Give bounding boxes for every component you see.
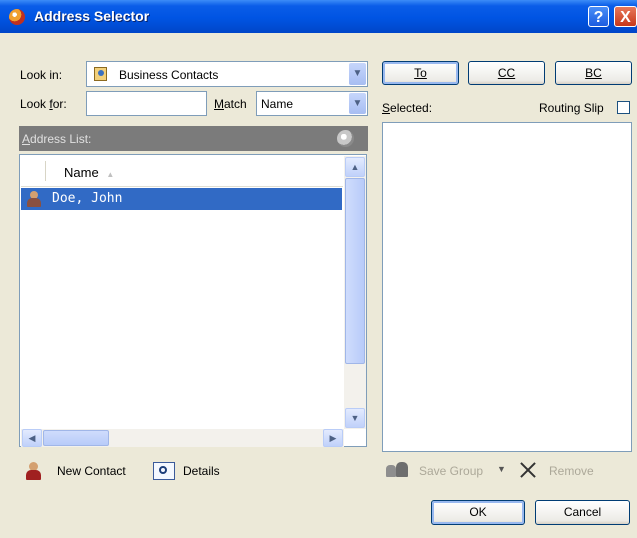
look-in-dropdown-arrow[interactable]: ▼	[349, 63, 366, 85]
window-title: Address Selector	[34, 8, 150, 24]
match-value: Name	[261, 97, 294, 111]
selected-label: Selected:	[382, 101, 433, 115]
scroll-left-button[interactable]: ◀	[22, 429, 42, 447]
save-group-button[interactable]: Save Group	[419, 464, 483, 478]
address-selector-window: Address Selector ? X Look in: Business C…	[0, 0, 637, 538]
list-header: Name ▲	[21, 156, 343, 187]
cancel-button[interactable]: Cancel	[535, 500, 630, 525]
refresh-icon[interactable]	[337, 130, 354, 147]
look-in-value: Business Contacts	[119, 68, 219, 82]
contact-name: Doe, John	[52, 191, 123, 206]
match-label: Match	[214, 97, 247, 111]
scroll-thumb[interactable]	[345, 178, 365, 364]
address-list-bar: Address List:	[19, 126, 368, 151]
look-in-combo[interactable]: Business Contacts ▼	[86, 61, 368, 87]
name-column-header[interactable]: Name ▲	[64, 165, 114, 180]
address-list[interactable]: Name ▲ Doe, John ▲ ▼ ◀ ▶	[19, 154, 367, 447]
selected-recipients-list[interactable]	[382, 122, 632, 452]
details-icon[interactable]	[153, 462, 175, 480]
new-contact-icon[interactable]	[26, 462, 41, 480]
vertical-scrollbar[interactable]: ▲ ▼	[344, 156, 366, 429]
look-for-input[interactable]	[86, 91, 207, 116]
horizontal-scrollbar[interactable]: ◀ ▶	[21, 429, 344, 447]
remove-icon	[519, 461, 537, 479]
app-icon	[9, 9, 25, 25]
scroll-up-button[interactable]: ▲	[345, 157, 365, 177]
to-button[interactable]: To	[382, 61, 459, 85]
cc-button[interactable]: CC	[468, 61, 545, 85]
sort-ascending-icon: ▲	[106, 170, 115, 179]
address-list-label: Address List:	[22, 132, 92, 146]
bc-button[interactable]: BC	[555, 61, 632, 85]
ok-button[interactable]: OK	[431, 500, 525, 525]
new-contact-button[interactable]: New Contact	[57, 464, 126, 478]
look-in-label: Look in:	[20, 68, 63, 82]
routing-slip-checkbox[interactable]	[617, 101, 630, 114]
save-group-dropdown-icon[interactable]: ▼	[497, 464, 506, 474]
close-button[interactable]: X	[614, 6, 637, 27]
title-bar: Address Selector ? X	[0, 0, 637, 33]
match-dropdown-arrow[interactable]: ▼	[349, 93, 366, 114]
address-book-icon	[94, 67, 107, 81]
look-for-label: Look for:	[20, 97, 67, 111]
details-button[interactable]: Details	[183, 464, 220, 478]
match-combo[interactable]: Name ▼	[256, 91, 368, 116]
horizontal-scroll-thumb[interactable]	[43, 430, 109, 446]
list-item[interactable]: Doe, John	[21, 188, 342, 210]
help-button[interactable]: ?	[588, 6, 609, 27]
scroll-down-button[interactable]: ▼	[345, 408, 365, 428]
routing-slip-label: Routing Slip	[539, 101, 604, 115]
scroll-right-button[interactable]: ▶	[323, 429, 343, 447]
save-group-icon	[386, 462, 414, 479]
remove-button[interactable]: Remove	[549, 464, 594, 478]
contact-icon	[27, 191, 41, 207]
